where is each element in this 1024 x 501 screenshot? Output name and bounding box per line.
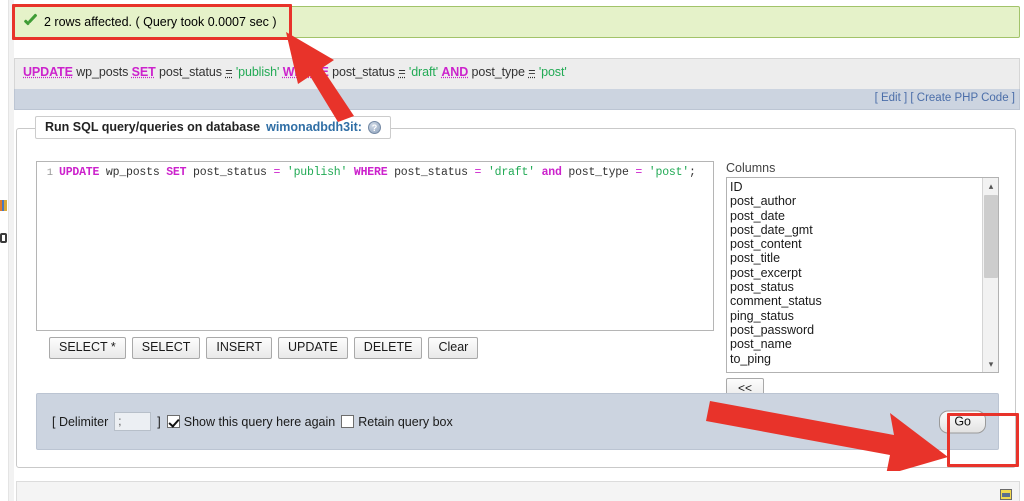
columns-scrollbar[interactable]: ▴ ▾ [982,178,998,372]
insert-button[interactable]: INSERT [206,337,273,359]
delimiter-label: [ Delimiter [52,414,109,429]
line-number: 1 [46,167,53,179]
list-item[interactable]: ping_status [730,309,998,323]
scroll-up-icon[interactable]: ▴ [983,178,998,194]
list-item[interactable]: post_date_gmt [730,223,998,237]
list-item[interactable]: post_password [730,323,998,337]
query-template-buttons: SELECT * SELECT INSERT UPDATE DELETE Cle… [49,337,479,359]
list-item[interactable]: post_content [730,237,998,251]
retain-query-box-option[interactable]: Retain query box [341,415,453,429]
select-button[interactable]: SELECT [131,337,201,359]
sql-editor-content: UPDATE wp_posts SET post_status = 'publi… [59,166,696,179]
list-item[interactable]: post_title [730,251,998,265]
list-item[interactable]: post_name [730,337,998,351]
list-item[interactable]: to_ping [730,352,998,366]
arrow-to-query-result [286,32,354,122]
sidebar-icon-fragment-2 [0,233,7,243]
list-item[interactable]: post_excerpt [730,266,998,280]
arrow-to-go-button [706,401,948,471]
list-item[interactable]: post_author [730,194,998,208]
status-message-bar: 2 rows affected. ( Query took 0.0007 sec… [14,6,1020,38]
edit-query-link[interactable]: [ Edit ] [875,92,908,104]
executed-query-panel: UPDATE wp_posts SET post_status = 'publi… [14,58,1020,89]
retain-query-box-label: Retain query box [358,414,453,429]
retain-query-box-checkbox[interactable] [341,415,355,428]
sidebar-icon-fragment-1 [0,200,7,211]
update-button[interactable]: UPDATE [278,337,348,359]
list-item[interactable]: post_status [730,280,998,294]
status-message-text: 2 rows affected. ( Query took 0.0007 sec… [44,15,277,29]
select-star-button[interactable]: SELECT * [49,337,126,359]
clear-button[interactable]: Clear [428,337,479,359]
list-item[interactable]: post_date [730,209,998,223]
check-icon [23,15,39,29]
list-item[interactable]: comment_status [730,294,998,308]
phpmyadmin-sql-page: 2 rows affected. ( Query took 0.0007 sec… [0,0,1024,501]
scroll-down-icon[interactable]: ▾ [983,356,998,372]
columns-list: ID post_author post_date post_date_gmt p… [727,178,998,366]
create-php-code-link[interactable]: [ Create PHP Code ] [910,92,1015,104]
help-icon[interactable]: ? [367,120,381,134]
columns-listbox[interactable]: ID post_author post_date post_date_gmt p… [726,177,999,373]
show-query-again-checkbox[interactable] [166,415,180,428]
delete-button[interactable]: DELETE [353,337,423,359]
delimiter-input[interactable] [114,412,152,431]
delimiter-close-bracket: ] [157,414,161,429]
show-query-again-label: Show this query here again [183,414,336,429]
sidebar-partial-icons [0,200,8,243]
list-item[interactable]: ID [730,180,998,194]
database-name: wimonadbdh3it: [266,120,362,134]
columns-panel: Columns ID post_author post_date post_da… [726,161,999,400]
sql-editor[interactable]: 1 UPDATE wp_posts SET post_status = 'pub… [36,161,714,331]
show-query-again-option[interactable]: Show this query here again [166,414,336,429]
scrollbar-thumb[interactable] [984,195,998,278]
columns-label: Columns [726,161,776,175]
legend-text: Run SQL query/queries on database [45,120,261,134]
bottom-panel [16,481,1020,501]
executed-query-text: UPDATE wp_posts SET post_status = 'publi… [23,65,567,79]
window-restore-icon[interactable] [1000,489,1012,500]
sidebar-edge [0,0,8,501]
executed-query-actions: [ Edit ] [ Create PHP Code ] [14,89,1020,110]
